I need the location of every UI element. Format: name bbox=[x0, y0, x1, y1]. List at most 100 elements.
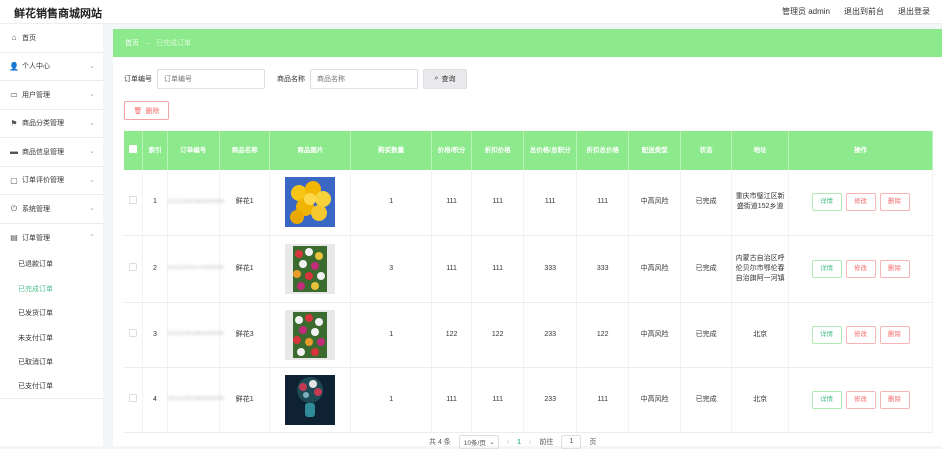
row-discount-price: 111 bbox=[471, 367, 525, 433]
col-status: 状态 bbox=[680, 131, 733, 170]
search-bar: 订单编号 商品名称 ⌕ 查询 bbox=[124, 69, 467, 89]
sidebar-item-personal-center[interactable]: 👤 个人中心 ⌄ bbox=[0, 53, 103, 81]
row-actions: 详情 修改 删除 bbox=[788, 170, 933, 236]
row-total: 333 bbox=[523, 235, 577, 303]
product-name-input[interactable] bbox=[310, 69, 418, 89]
order-no-input[interactable] bbox=[157, 69, 265, 89]
trash-icon: 🗑 bbox=[133, 107, 143, 115]
sidebar-item-product-management[interactable]: ▬ 商品信息管理 ⌄ bbox=[0, 138, 103, 167]
detail-button[interactable]: 详情 bbox=[811, 390, 842, 409]
breadcrumb-arrow: → bbox=[144, 39, 151, 47]
back-to-frontend-link[interactable]: 退出到前台 bbox=[844, 6, 884, 17]
col-product-image: 商品图片 bbox=[269, 131, 352, 170]
sidebar-item-home[interactable]: ⌂ 首页 bbox=[0, 24, 103, 53]
row-checkbox[interactable] bbox=[124, 235, 144, 303]
col-discount-total: 折扣总价格 bbox=[576, 131, 630, 170]
row-address: 北京 bbox=[731, 367, 789, 433]
row-quantity: 3 bbox=[350, 235, 433, 303]
main-content: 首页 → 已完成订单 订单编号 商品名称 ⌕ 查询 🗑 删除 索引 订单编号 商… bbox=[113, 29, 942, 449]
site-title: 鲜花销售商城网站 bbox=[14, 8, 102, 20]
sidebar-sub-shipped-orders[interactable]: 已发货订单 bbox=[0, 301, 103, 326]
home-icon: ⌂ bbox=[11, 33, 17, 43]
goto-page-input[interactable]: 1 bbox=[561, 435, 582, 449]
edit-button[interactable]: 修改 bbox=[845, 325, 876, 344]
row-total: 233 bbox=[523, 367, 577, 433]
sidebar-sub-unpaid-orders[interactable]: 未支付订单 bbox=[0, 326, 103, 351]
orders-table: 索引 订单编号 商品名称 商品图片 购买数量 价格/积分 折扣价格 总价格/总积… bbox=[124, 131, 933, 433]
sidebar-sub-completed-orders[interactable]: 已完成订单 bbox=[0, 277, 103, 302]
row-checkbox[interactable] bbox=[124, 302, 144, 368]
delete-button[interactable]: 删除 bbox=[879, 325, 910, 344]
page-size-select[interactable]: 10条/页 ⌄ bbox=[458, 435, 499, 449]
batch-delete-button[interactable]: 🗑 删除 bbox=[124, 101, 169, 120]
chevron-up-icon: ⌃ bbox=[89, 233, 95, 241]
product-name-label: 商品名称 bbox=[277, 76, 305, 83]
breadcrumb-home[interactable]: 首页 bbox=[125, 38, 139, 48]
chevron-down-icon: ⌄ bbox=[89, 176, 95, 184]
user-icon: 👤 bbox=[9, 61, 19, 71]
sidebar-sub-cancelled-orders[interactable]: 已取消订单 bbox=[0, 350, 103, 375]
table-row: 4 20221001082000000 鲜花1 1 111 111 233 11… bbox=[124, 367, 933, 433]
col-quantity: 购买数量 bbox=[350, 131, 433, 170]
logout-link[interactable]: 退出登录 bbox=[898, 6, 930, 17]
edit-button[interactable]: 修改 bbox=[845, 259, 876, 278]
page-number-current[interactable]: 1 bbox=[517, 439, 521, 446]
row-quantity: 1 bbox=[350, 367, 433, 433]
search-button[interactable]: ⌕ 查询 bbox=[423, 69, 467, 89]
table-row: 2 20221001075000000 鲜花1 3 111 111 333 33… bbox=[124, 235, 933, 303]
col-delivery: 配送类型 bbox=[628, 131, 681, 170]
row-actions: 详情 修改 删除 bbox=[788, 367, 933, 433]
delete-button[interactable]: 删除 bbox=[879, 390, 910, 409]
row-status: 已完成 bbox=[680, 302, 733, 368]
row-index: 1 bbox=[142, 170, 168, 236]
sidebar-item-system-management[interactable]: ⏻ 系统管理 ⌄ bbox=[0, 195, 103, 224]
row-checkbox[interactable] bbox=[124, 367, 144, 433]
comment-icon: ▢ bbox=[10, 175, 18, 185]
row-delivery: 中高风险 bbox=[628, 302, 681, 368]
col-order-no: 订单编号 bbox=[167, 131, 221, 170]
row-product-name: 鲜花1 bbox=[219, 367, 271, 433]
detail-button[interactable]: 详情 bbox=[811, 193, 842, 212]
sidebar-item-order-management[interactable]: ▤ 订单管理 ⌃ bbox=[0, 224, 103, 253]
sidebar-sub-paid-orders[interactable]: 已支付订单 bbox=[0, 375, 103, 399]
row-delivery: 中高风险 bbox=[628, 235, 681, 303]
edit-button[interactable]: 修改 bbox=[845, 193, 876, 212]
row-order-no: 20221001075000000 bbox=[167, 235, 224, 303]
row-total: 111 bbox=[523, 170, 577, 236]
table-header-row: 索引 订单编号 商品名称 商品图片 购买数量 价格/积分 折扣价格 总价格/总积… bbox=[124, 131, 933, 170]
row-discount-total: 122 bbox=[576, 302, 630, 368]
row-product-image bbox=[269, 302, 352, 368]
chevron-down-icon: ⌄ bbox=[489, 439, 495, 446]
edit-button[interactable]: 修改 bbox=[845, 390, 876, 409]
chevron-down-icon: ⌄ bbox=[89, 62, 95, 70]
next-page-button[interactable]: › bbox=[529, 439, 531, 446]
yellow-roses-image bbox=[285, 177, 336, 228]
row-quantity: 1 bbox=[350, 302, 433, 368]
row-actions: 详情 修改 删除 bbox=[788, 235, 933, 303]
chevron-down-icon: ⌄ bbox=[89, 148, 95, 155]
select-all-checkbox[interactable] bbox=[124, 131, 144, 170]
row-address: 内蒙古自治区呼伦贝尔市鄂伦春自治旗阿一河镇 bbox=[731, 235, 789, 303]
delete-button[interactable]: 删除 bbox=[879, 259, 910, 278]
row-product-image bbox=[269, 235, 352, 303]
row-product-name: 鲜花1 bbox=[219, 235, 271, 303]
delete-button[interactable]: 删除 bbox=[879, 193, 910, 212]
row-discount-price: 122 bbox=[471, 302, 525, 368]
search-icon: ⌕ bbox=[434, 75, 439, 82]
sidebar-item-user-management[interactable]: ▭ 用户管理 ⌄ bbox=[0, 81, 103, 110]
sidebar-item-category-management[interactable]: ⚑ 商品分类管理 ⌄ bbox=[0, 110, 103, 138]
row-price: 111 bbox=[431, 235, 472, 303]
detail-button[interactable]: 详情 bbox=[811, 325, 842, 344]
sidebar-item-review-management[interactable]: ▢ 订单评价管理 ⌄ bbox=[0, 167, 103, 195]
detail-button[interactable]: 详情 bbox=[811, 259, 842, 278]
flag-icon: ⚑ bbox=[10, 118, 18, 128]
sidebar-sub-refunded-orders[interactable]: 已退款订单 bbox=[0, 252, 103, 277]
prev-page-button[interactable]: ‹ bbox=[507, 439, 509, 446]
row-delivery: 中高风险 bbox=[628, 170, 681, 236]
row-index: 2 bbox=[142, 235, 168, 303]
row-address: 北京 bbox=[731, 302, 789, 368]
row-product-image bbox=[269, 170, 352, 236]
power-icon: ⏻ bbox=[10, 203, 18, 213]
table-row: 1 20221001082000000 鲜花1 1 111 111 111 11… bbox=[124, 170, 933, 236]
row-checkbox[interactable] bbox=[124, 170, 144, 236]
